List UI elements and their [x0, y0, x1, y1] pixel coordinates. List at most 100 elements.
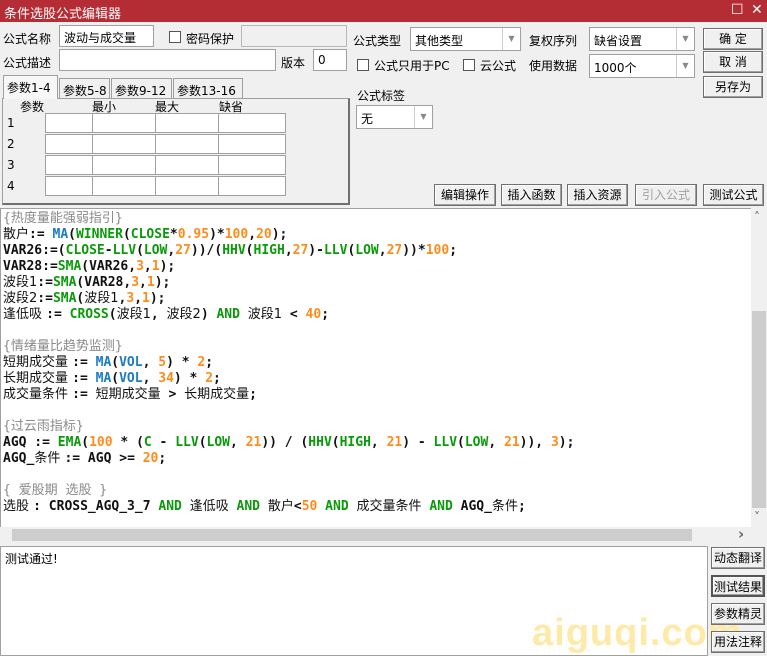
code-token: 波段1 — [3, 275, 38, 290]
ok-button[interactable]: 确 定 — [703, 28, 763, 50]
code-token: )- — [308, 243, 324, 258]
code-token: CROSS — [69, 307, 109, 322]
param-cell-max[interactable] — [155, 155, 223, 175]
code-token: LOW — [206, 435, 231, 450]
code-token: , — [230, 435, 246, 450]
code-line: VAR26:=(CLOSE-LLV(LOW,27))/(HHV(HIGH,27)… — [3, 243, 751, 259]
param-wizard-button[interactable]: 参数精灵 — [711, 603, 765, 625]
usage-notes-button[interactable]: 用法注释 — [711, 631, 765, 653]
maximize-icon[interactable]: ☐ — [731, 2, 744, 18]
code-token: LLV — [112, 243, 137, 258]
code-token: HIGH — [339, 435, 371, 450]
code-token: 3 — [131, 275, 140, 290]
code-token: ( — [245, 243, 254, 258]
code-token: := — [72, 355, 96, 370]
cancel-button[interactable]: 取 消 — [703, 51, 763, 73]
formula-type-select[interactable]: 其他类型 ▼ — [410, 27, 521, 51]
code-token: C — [143, 435, 152, 450]
code-editor[interactable]: {热度量能强弱指引} 散户:= MA(WINNER(CLOSE*0.95)*100… — [0, 208, 751, 527]
param-cell-min[interactable] — [92, 155, 160, 175]
code-token: := — [72, 371, 96, 386]
code-token: 50 — [301, 499, 318, 514]
param-cell-max[interactable] — [155, 176, 223, 196]
param-cell-max[interactable] — [155, 113, 223, 133]
test-result-button[interactable]: 测试结果 — [711, 575, 765, 597]
save-as-button[interactable]: 另存为 — [703, 76, 763, 98]
vertical-scrollbar[interactable]: ˄ ˅ — [751, 208, 767, 527]
code-token: ; — [321, 307, 330, 322]
param-cell-max[interactable] — [155, 134, 223, 154]
code-token: , — [488, 435, 504, 450]
code-token: : CROSS_AGQ_3_7 — [33, 499, 159, 514]
code-token: ) - — [402, 435, 434, 450]
code-token: , — [139, 275, 147, 290]
formula-desc-input[interactable] — [59, 49, 276, 71]
code-token: VOL — [119, 355, 143, 370]
code-token: 100 — [425, 243, 450, 258]
vertical-scroll-thumb[interactable] — [752, 311, 766, 508]
code-token: 长期成交量 — [3, 371, 73, 386]
scroll-down-icon[interactable]: ˅ — [754, 510, 760, 524]
tag-select[interactable]: 无 ▼ — [356, 105, 433, 129]
tab-params-5-8[interactable]: 参数5-8 — [59, 78, 110, 98]
code-token: AND — [216, 307, 240, 322]
param-cell-default[interactable] — [218, 113, 286, 133]
password-checkbox[interactable] — [169, 31, 181, 43]
name-label: 公式名称 — [3, 32, 52, 46]
horizontal-scroll-thumb[interactable] — [12, 529, 692, 541]
fuquan-select[interactable]: 缺省设置 ▼ — [589, 27, 695, 51]
param-cell-default[interactable] — [218, 134, 286, 154]
insert-resource-button[interactable]: 插入资源 — [567, 184, 628, 206]
tab-params-1-4[interactable]: 参数1-4 — [3, 75, 58, 99]
code-token: ; — [158, 451, 167, 466]
code-token: ) — [200, 307, 217, 322]
code-token: ; — [449, 243, 458, 258]
param-row-number: 3 — [7, 158, 15, 172]
code-token: SMA — [57, 259, 82, 274]
fuquan-value: 缺省设置 — [594, 34, 643, 48]
tab-params-9-12[interactable]: 参数9-12 — [111, 78, 172, 98]
code-token: 逢低吸 — [189, 499, 229, 514]
code-token: ))* — [402, 243, 426, 258]
code-token: LOW — [464, 435, 489, 450]
pc-only-checkbox[interactable] — [357, 59, 369, 71]
password-input[interactable] — [241, 25, 347, 47]
test-formula-button[interactable]: 测试公式 — [703, 184, 764, 206]
chevron-down-icon: ▼ — [676, 55, 694, 77]
code-token: ( — [68, 227, 76, 242]
code-token: ( — [136, 243, 144, 258]
param-cell-min[interactable] — [92, 113, 160, 133]
edit-ops-button[interactable]: 编辑操作 — [434, 184, 496, 206]
code-token: ( — [331, 435, 340, 450]
insert-function-button[interactable]: 插入函数 — [501, 184, 562, 206]
code-token: LLV — [433, 435, 458, 450]
scroll-right-icon[interactable]: › — [738, 525, 744, 543]
code-token: 100 — [89, 435, 113, 450]
code-token: 2 — [205, 371, 214, 386]
code-line: {过云雨指标} — [3, 419, 751, 435]
code-token: 34 — [158, 371, 174, 386]
horizontal-scrollbar[interactable]: › — [0, 525, 767, 543]
scroll-up-icon[interactable]: ˄ — [754, 210, 760, 224]
version-label: 版本 — [281, 56, 306, 70]
data-count-select[interactable]: 1000个 ▼ — [589, 54, 695, 78]
param-cell-default[interactable] — [218, 176, 286, 196]
param-header-name: 参数 — [20, 100, 45, 114]
param-cell-min[interactable] — [92, 134, 160, 154]
import-formula-button[interactable]: 引入公式 — [635, 184, 697, 206]
tab-params-13-16[interactable]: 参数13-16 — [173, 78, 243, 98]
param-cell-default[interactable] — [218, 155, 286, 175]
version-input[interactable]: 0 — [313, 49, 347, 71]
cloud-checkbox[interactable] — [463, 59, 475, 71]
chevron-down-icon: ▼ — [414, 106, 432, 128]
code-token: ( — [457, 435, 465, 450]
code-token: ( — [81, 435, 90, 450]
code-token: (VAR26, — [81, 259, 137, 274]
param-cell-min[interactable] — [92, 176, 160, 196]
dynamic-translate-button[interactable]: 动态翻译 — [711, 547, 765, 569]
code-line: { 爱股期 选股 } — [3, 483, 751, 499]
formula-name-input[interactable]: 波动与成交量 — [59, 25, 154, 47]
code-token: ; — [205, 355, 214, 370]
close-icon[interactable]: ✕ — [751, 2, 763, 18]
